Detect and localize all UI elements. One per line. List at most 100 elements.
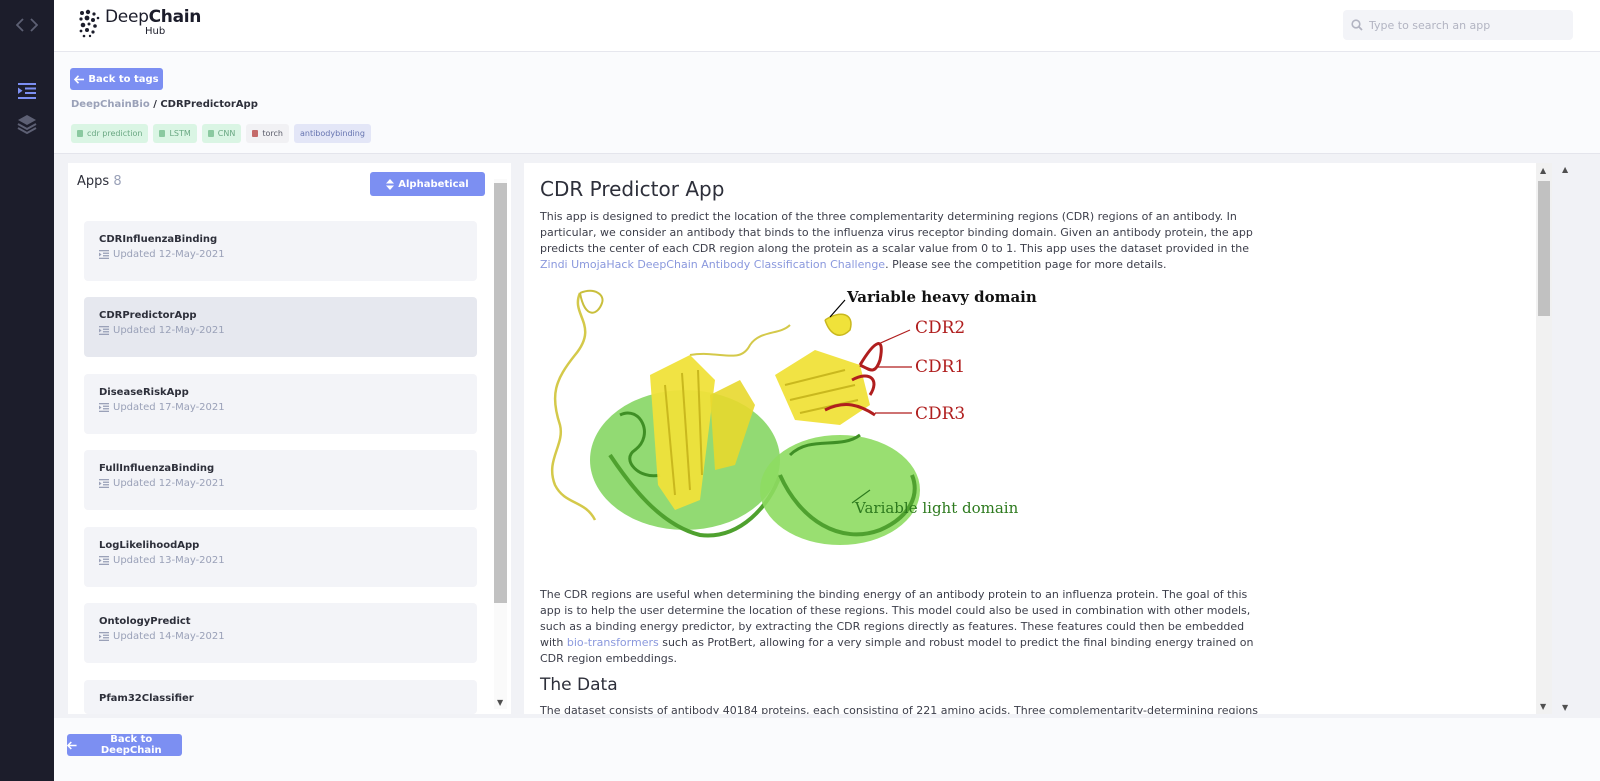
app-card-cdrinfluenzabinding[interactable]: CDRInfluenzaBinding Updated 12-May-2021 <box>84 221 477 281</box>
sort-alphabetical-button[interactable]: Alphabetical <box>370 172 485 196</box>
intro-tail: . Please see the competition page for mo… <box>885 258 1167 271</box>
scroll-down-icon[interactable]: ▼ <box>1540 702 1546 711</box>
apps-title: Apps 8 <box>77 174 122 189</box>
list-indent-icon <box>99 403 109 412</box>
list-indent-icon <box>99 326 109 335</box>
app-header-section: Back to tags DeepChainBio / CDRPredictor… <box>54 52 1600 154</box>
logo-dots-icon <box>79 9 100 38</box>
list-indent-icon <box>99 250 109 259</box>
scroll-up-icon[interactable]: ▲ <box>1540 166 1546 175</box>
footer-bar: Back to DeepChain <box>54 718 1600 781</box>
app-card-diseaseriskapp[interactable]: DiseaseRiskApp Updated 17-May-2021 <box>84 374 477 434</box>
sort-label: Alphabetical <box>398 178 469 190</box>
page-scrollbar[interactable]: ▲ ▼ <box>1560 163 1574 714</box>
app-card-fullinfluenzabinding[interactable]: FullInfluenzaBinding Updated 12-May-2021 <box>84 450 477 510</box>
app-card-cdrpredictorapp[interactable]: CDRPredictorApp Updated 12-May-2021 <box>84 297 477 357</box>
scroll-down-icon[interactable]: ▼ <box>1562 703 1568 712</box>
scroll-up-icon[interactable]: ▲ <box>1562 165 1568 174</box>
breadcrumb: DeepChainBio / CDRPredictorApp <box>71 99 258 110</box>
app-updated: Updated 12-May-2021 <box>113 249 225 260</box>
tag-list: cdr prediction LSTM CNN torch antibodybi… <box>71 124 371 143</box>
app-name: CDRInfluenzaBinding <box>99 234 218 245</box>
breadcrumb-separator: / <box>153 99 157 110</box>
tag-label: antibodybinding <box>299 129 365 138</box>
figure-label-cdr2: CDR2 <box>915 318 965 338</box>
scroll-down-icon[interactable]: ▼ <box>497 698 503 707</box>
logo-brand-light: Deep <box>105 7 149 27</box>
tag-cnn[interactable]: CNN <box>201 124 242 143</box>
data-paragraph: The dataset consists of antibody 40184 p… <box>540 704 1258 714</box>
apps-title-label: Apps <box>77 174 110 189</box>
search-icon <box>1351 19 1363 31</box>
tag-antibodybinding[interactable]: antibodybinding <box>293 124 371 143</box>
tag-label: LSTM <box>169 129 191 138</box>
app-name: FullInfluenzaBinding <box>99 463 215 474</box>
list-indent-icon <box>99 479 109 488</box>
figure-label-light: Variable light domain <box>854 499 1019 517</box>
app-search[interactable] <box>1343 10 1573 40</box>
zindi-challenge-link[interactable]: Zindi UmojaHack DeepChain Antibody Class… <box>540 258 885 271</box>
app-name: DiseaseRiskApp <box>99 387 189 398</box>
back-to-tags-button[interactable]: Back to tags <box>70 68 163 90</box>
figure-label-heavy: Variable heavy domain <box>846 288 1037 306</box>
back-to-deepchain-button[interactable]: Back to DeepChain <box>67 734 182 756</box>
tag-icon <box>252 130 259 137</box>
logo-brand-bold: Chain <box>148 7 202 27</box>
side-rail <box>0 0 54 781</box>
breadcrumb-parent[interactable]: DeepChainBio <box>71 99 150 110</box>
tag-icon <box>207 130 214 137</box>
figure-label-cdr3: CDR3 <box>915 404 965 424</box>
app-card-ontologypredict[interactable]: OntologyPredict Updated 14-May-2021 <box>84 603 477 663</box>
app-updated: Updated 13-May-2021 <box>113 555 225 566</box>
tag-label: cdr prediction <box>87 129 143 138</box>
list-indent-icon[interactable] <box>15 79 39 103</box>
logo-sub: Hub <box>145 26 166 37</box>
list-indent-icon <box>99 556 109 565</box>
app-name: CDRPredictorApp <box>99 310 197 321</box>
app-updated: Updated 14-May-2021 <box>113 631 225 642</box>
app-name: Pfam32Classifier <box>99 693 194 704</box>
tag-lstm[interactable]: LSTM <box>153 124 197 143</box>
description-paragraph: The CDR regions are useful when determin… <box>540 587 1260 667</box>
tag-icon <box>159 130 166 137</box>
bio-transformers-link[interactable]: bio-transformers <box>567 636 659 649</box>
layers-icon[interactable] <box>15 112 39 136</box>
tag-label: CNN <box>217 129 236 138</box>
antibody-structure-image: Variable heavy domain CDR2 CDR1 CDR3 Var… <box>550 288 1037 545</box>
content-scrollbar[interactable]: ▲ ▼ <box>1536 163 1552 714</box>
apps-scrollbar[interactable]: ▼ <box>494 179 507 709</box>
tag-label: torch <box>262 129 283 138</box>
back-to-deepchain-label: Back to DeepChain <box>100 734 162 756</box>
breadcrumb-current: CDRPredictorApp <box>160 99 258 110</box>
figure-label-cdr1: CDR1 <box>915 357 965 377</box>
antibody-structure-figure: Variable heavy domain CDR2 CDR1 CDR3 Var… <box>540 285 1040 565</box>
intro-paragraph: This app is designed to predict the loca… <box>540 209 1260 273</box>
app-name: LogLikelihoodApp <box>99 540 200 551</box>
tag-torch[interactable]: torch <box>246 124 289 143</box>
app-updated: Updated 12-May-2021 <box>113 325 225 336</box>
apps-scroll-thumb[interactable] <box>494 183 507 603</box>
apps-count: 8 <box>113 174 122 189</box>
app-title: CDR Predictor App <box>540 177 725 201</box>
deepchain-hub-logo[interactable]: DeepChain Hub <box>78 9 201 39</box>
app-detail-panel: CDR Predictor App This app is designed t… <box>524 163 1552 714</box>
arrow-left-icon <box>67 740 77 750</box>
top-header: DeepChain Hub <box>54 0 1600 52</box>
app-card-loglikelihoodapp[interactable]: LogLikelihoodApp Updated 13-May-2021 <box>84 527 477 587</box>
intro-text: This app is designed to predict the loca… <box>540 210 1253 255</box>
back-to-tags-label: Back to tags <box>88 73 159 85</box>
search-input[interactable] <box>1369 18 1559 32</box>
code-icon[interactable] <box>15 13 39 37</box>
tag-icon <box>77 130 83 137</box>
content-scroll-thumb[interactable] <box>1538 181 1550 316</box>
tag-cdr-prediction[interactable]: cdr prediction <box>71 124 149 143</box>
arrow-left-icon <box>74 74 85 84</box>
sort-icon <box>386 178 395 190</box>
app-card-pfam32classifier[interactable]: Pfam32Classifier <box>84 680 477 714</box>
app-updated: Updated 12-May-2021 <box>113 478 225 489</box>
data-section-title: The Data <box>540 675 618 695</box>
app-updated: Updated 17-May-2021 <box>113 402 225 413</box>
app-name: OntologyPredict <box>99 616 191 627</box>
list-indent-icon <box>99 632 109 641</box>
apps-panel: Apps 8 Alphabetical CDRInfluenzaBinding … <box>68 163 511 714</box>
